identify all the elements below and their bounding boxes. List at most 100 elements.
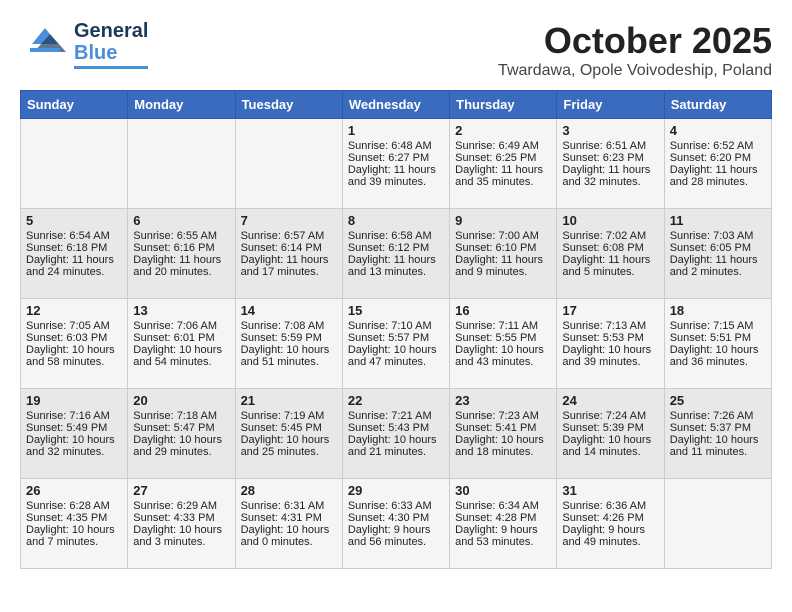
daylight-text: Daylight: 10 hours: [562, 434, 658, 446]
day-number: 20: [133, 393, 229, 408]
sunset-text: Sunset: 4:31 PM: [241, 512, 337, 524]
sunset-text: Sunset: 6:08 PM: [562, 242, 658, 254]
day-number: 16: [455, 303, 551, 318]
daylight-text: and 51 minutes.: [241, 356, 337, 368]
calendar-cell: [128, 119, 235, 209]
sunrise-text: Sunrise: 6:54 AM: [26, 230, 122, 242]
daylight-text: Daylight: 10 hours: [562, 344, 658, 356]
sunrise-text: Sunrise: 6:49 AM: [455, 140, 551, 152]
sunrise-text: Sunrise: 7:06 AM: [133, 320, 229, 332]
daylight-text: and 0 minutes.: [241, 536, 337, 548]
calendar-cell: 28Sunrise: 6:31 AMSunset: 4:31 PMDayligh…: [235, 479, 342, 569]
sunrise-text: Sunrise: 7:03 AM: [670, 230, 766, 242]
daylight-text: and 2 minutes.: [670, 266, 766, 278]
daylight-text: and 25 minutes.: [241, 446, 337, 458]
sunset-text: Sunset: 6:12 PM: [348, 242, 444, 254]
day-number: 2: [455, 123, 551, 138]
daylight-text: Daylight: 10 hours: [133, 344, 229, 356]
sunrise-text: Sunrise: 7:23 AM: [455, 410, 551, 422]
calendar-cell: 6 Sunrise: 6:55 AMSunset: 6:16 PMDaylight…: [128, 209, 235, 299]
daylight-text: and 43 minutes.: [455, 356, 551, 368]
calendar-cell: 2Sunrise: 6:49 AMSunset: 6:25 PMDaylight…: [450, 119, 557, 209]
calendar-cell: 1Sunrise: 6:48 AMSunset: 6:27 PMDaylight…: [342, 119, 449, 209]
sunset-text: Sunset: 5:45 PM: [241, 422, 337, 434]
daylight-text: and 17 minutes.: [241, 266, 337, 278]
calendar-cell: 20Sunrise: 7:18 AMSunset: 5:47 PMDayligh…: [128, 389, 235, 479]
daylight-text: and 21 minutes.: [348, 446, 444, 458]
calendar-cell: 25Sunrise: 7:26 AMSunset: 5:37 PMDayligh…: [664, 389, 771, 479]
day-number: 27: [133, 483, 229, 498]
calendar-cell: 15Sunrise: 7:10 AMSunset: 5:57 PMDayligh…: [342, 299, 449, 389]
sunset-text: Sunset: 5:47 PM: [133, 422, 229, 434]
daylight-text: and 39 minutes.: [348, 176, 444, 188]
calendar-cell: 14Sunrise: 7:08 AMSunset: 5:59 PMDayligh…: [235, 299, 342, 389]
calendar-cell: 8Sunrise: 6:58 AMSunset: 6:12 PMDaylight…: [342, 209, 449, 299]
sunrise-text: Sunrise: 7:18 AM: [133, 410, 229, 422]
sunset-text: Sunset: 6:05 PM: [670, 242, 766, 254]
calendar-cell: 21Sunrise: 7:19 AMSunset: 5:45 PMDayligh…: [235, 389, 342, 479]
day-number: 23: [455, 393, 551, 408]
sunset-text: Sunset: 6:27 PM: [348, 152, 444, 164]
daylight-text: and 54 minutes.: [133, 356, 229, 368]
weekday-header-monday: Monday: [128, 91, 235, 119]
calendar-cell: 5Sunrise: 6:54 AMSunset: 6:18 PMDaylight…: [21, 209, 128, 299]
daylight-text: and 47 minutes.: [348, 356, 444, 368]
daylight-text: and 13 minutes.: [348, 266, 444, 278]
sunrise-text: Sunrise: 6:34 AM: [455, 500, 551, 512]
daylight-text: and 5 minutes.: [562, 266, 658, 278]
daylight-text: and 24 minutes.: [26, 266, 122, 278]
day-number: 15: [348, 303, 444, 318]
calendar-cell: 7Sunrise: 6:57 AMSunset: 6:14 PMDaylight…: [235, 209, 342, 299]
calendar-cell: 24Sunrise: 7:24 AMSunset: 5:39 PMDayligh…: [557, 389, 664, 479]
daylight-text: Daylight: 10 hours: [26, 434, 122, 446]
sunset-text: Sunset: 6:16 PM: [133, 242, 229, 254]
day-number: 8: [348, 213, 444, 228]
daylight-text: Daylight: 10 hours: [455, 434, 551, 446]
day-number: 5: [26, 213, 122, 228]
daylight-text: Daylight: 11 hours: [241, 254, 337, 266]
daylight-text: and 36 minutes.: [670, 356, 766, 368]
daylight-text: Daylight: 11 hours: [455, 254, 551, 266]
day-number: 1: [348, 123, 444, 138]
daylight-text: Daylight: 10 hours: [133, 524, 229, 536]
calendar-cell: 27Sunrise: 6:29 AMSunset: 4:33 PMDayligh…: [128, 479, 235, 569]
daylight-text: and 58 minutes.: [26, 356, 122, 368]
calendar-cell: 3Sunrise: 6:51 AMSunset: 6:23 PMDaylight…: [557, 119, 664, 209]
day-number: 24: [562, 393, 658, 408]
calendar-cell: 9Sunrise: 7:00 AMSunset: 6:10 PMDaylight…: [450, 209, 557, 299]
sunrise-text: Sunrise: 6:55 AM: [133, 230, 229, 242]
daylight-text: and 35 minutes.: [455, 176, 551, 188]
sunrise-text: Sunrise: 7:26 AM: [670, 410, 766, 422]
day-number: 17: [562, 303, 658, 318]
calendar-cell: [235, 119, 342, 209]
daylight-text: Daylight: 10 hours: [26, 524, 122, 536]
calendar-cell: 12Sunrise: 7:05 AMSunset: 6:03 PMDayligh…: [21, 299, 128, 389]
daylight-text: Daylight: 9 hours: [455, 524, 551, 536]
daylight-text: Daylight: 11 hours: [562, 254, 658, 266]
day-number: 31: [562, 483, 658, 498]
calendar-cell: 29Sunrise: 6:33 AMSunset: 4:30 PMDayligh…: [342, 479, 449, 569]
calendar-week-5: 26Sunrise: 6:28 AMSunset: 4:35 PMDayligh…: [21, 479, 772, 569]
sunrise-text: Sunrise: 7:02 AM: [562, 230, 658, 242]
daylight-text: Daylight: 9 hours: [562, 524, 658, 536]
daylight-text: Daylight: 11 hours: [562, 164, 658, 176]
day-number: 12: [26, 303, 122, 318]
sunset-text: Sunset: 6:18 PM: [26, 242, 122, 254]
sunrise-text: Sunrise: 7:11 AM: [455, 320, 551, 332]
day-number: 7: [241, 213, 337, 228]
sunrise-text: Sunrise: 6:29 AM: [133, 500, 229, 512]
logo: General Blue: [20, 20, 148, 69]
day-number: 6: [133, 213, 229, 228]
sunset-text: Sunset: 6:23 PM: [562, 152, 658, 164]
calendar-cell: 10Sunrise: 7:02 AMSunset: 6:08 PMDayligh…: [557, 209, 664, 299]
sunset-text: Sunset: 6:25 PM: [455, 152, 551, 164]
day-number: 29: [348, 483, 444, 498]
sunrise-text: Sunrise: 7:05 AM: [26, 320, 122, 332]
day-number: 13: [133, 303, 229, 318]
day-number: 9: [455, 213, 551, 228]
sunrise-text: Sunrise: 6:57 AM: [241, 230, 337, 242]
sunrise-text: Sunrise: 6:48 AM: [348, 140, 444, 152]
sunset-text: Sunset: 5:59 PM: [241, 332, 337, 344]
daylight-text: Daylight: 11 hours: [133, 254, 229, 266]
sunrise-text: Sunrise: 7:19 AM: [241, 410, 337, 422]
